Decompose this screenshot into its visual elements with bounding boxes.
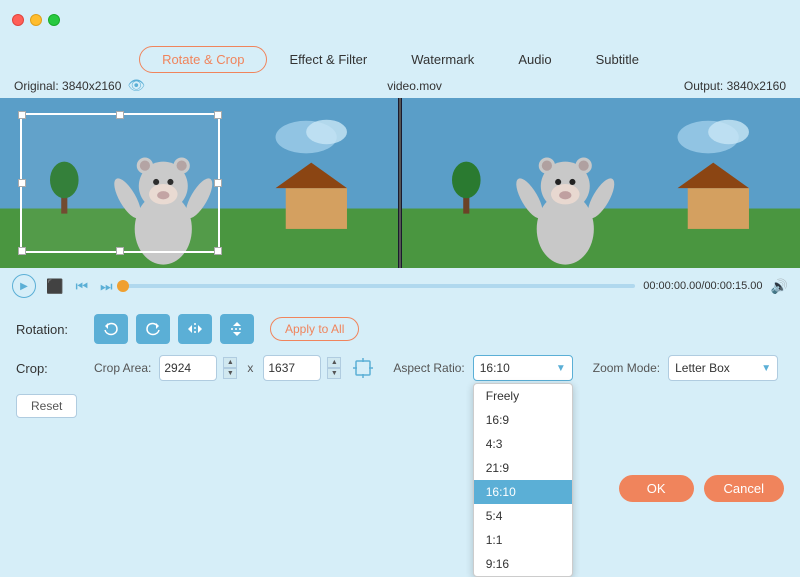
rotate-left-button[interactable] (94, 314, 128, 344)
ok-button[interactable]: OK (619, 475, 694, 502)
aspect-option-21-9[interactable]: 21:9 (474, 456, 572, 480)
zoom-mode-label: Zoom Mode: (593, 361, 660, 375)
playback-bar: ▶ ⬛ ⏮ ⏭ 00:00:00.00/00:00:15.00 🔊 (0, 268, 800, 304)
flip-vertical-button[interactable] (220, 314, 254, 344)
maximize-button[interactable] (48, 14, 60, 26)
crop-selection[interactable] (20, 113, 220, 253)
cancel-button[interactable]: Cancel (704, 475, 784, 502)
aspect-option-5-4[interactable]: 5:4 (474, 504, 572, 528)
reset-button[interactable]: Reset (16, 394, 77, 418)
tab-bar: Rotate & Crop Effect & Filter Watermark … (0, 40, 800, 73)
prev-frame-button[interactable]: ⏮ (73, 278, 90, 295)
file-bar: Original: 3840x2160 👁 video.mov Output: … (0, 73, 800, 98)
aspect-ratio-value: 16:10 (480, 361, 510, 375)
rotate-right-button[interactable] (136, 314, 170, 344)
next-frame-button[interactable]: ⏭ (98, 278, 115, 295)
play-icon: ▶ (20, 281, 28, 292)
aspect-ratio-label: Aspect Ratio: (393, 361, 464, 375)
aspect-option-1-1[interactable]: 1:1 (474, 528, 572, 552)
output-resolution: Output: 3840x2160 (684, 79, 786, 93)
aspect-option-freely[interactable]: Freely (474, 384, 572, 408)
width-up-button[interactable]: ▲ (223, 357, 237, 368)
right-scene (402, 98, 800, 268)
zoom-mode-value: Letter Box (675, 361, 730, 375)
rotation-label: Rotation: (16, 322, 86, 337)
aspect-option-16-9[interactable]: 16:9 (474, 408, 572, 432)
dimension-separator: x (247, 361, 253, 375)
progress-thumb[interactable] (117, 280, 129, 292)
aspect-option-16-10[interactable]: 16:10 (474, 480, 572, 504)
aspect-option-9-16[interactable]: 9:16 (474, 552, 572, 576)
time-display: 00:00:00.00/00:00:15.00 (643, 280, 762, 292)
height-up-button[interactable]: ▲ (327, 357, 341, 368)
original-resolution: Original: 3840x2160 (14, 79, 121, 93)
tab-subtitle[interactable]: Subtitle (574, 47, 661, 72)
preview-left (0, 98, 398, 268)
crop-handle-bl[interactable] (18, 247, 26, 255)
crop-height-input[interactable] (263, 355, 321, 381)
crop-area-label: Crop Area: (94, 361, 151, 375)
height-down-button[interactable]: ▼ (327, 368, 341, 379)
crop-handle-tl[interactable] (18, 111, 26, 119)
flip-horizontal-button[interactable] (178, 314, 212, 344)
tab-effect-filter[interactable]: Effect & Filter (267, 47, 389, 72)
crop-row: Crop: Crop Area: ▲ ▼ x ▲ ▼ Aspect Ratio: (16, 354, 784, 382)
bottom-bar: OK Cancel (0, 465, 800, 512)
crop-handle-br[interactable] (214, 247, 222, 255)
aspect-option-4-3[interactable]: 4:3 (474, 432, 572, 456)
crop-handle-tr[interactable] (214, 111, 222, 119)
rotation-row: Rotation: (16, 314, 784, 344)
aspect-ratio-dropdown[interactable]: 16:10 ▼ Freely 16:9 4:3 21:9 16:10 5:4 1… (473, 355, 573, 381)
close-button[interactable] (12, 14, 24, 26)
play-button[interactable]: ▶ (12, 274, 36, 298)
preview-right (402, 98, 800, 268)
aspect-ratio-menu[interactable]: Freely 16:9 4:3 21:9 16:10 5:4 1:1 9:16 (473, 383, 573, 577)
apply-to-all-button[interactable]: Apply to All (270, 317, 359, 341)
crop-width-input[interactable] (159, 355, 217, 381)
filename: video.mov (145, 79, 684, 93)
eye-icon[interactable]: 👁 (127, 77, 145, 94)
preview-area (0, 98, 800, 268)
crop-label: Crop: (16, 361, 86, 376)
crop-handle-mr[interactable] (214, 179, 222, 187)
minimize-button[interactable] (30, 14, 42, 26)
progress-track[interactable] (123, 284, 636, 288)
width-down-button[interactable]: ▼ (223, 368, 237, 379)
left-scene (0, 98, 398, 268)
controls-panel: Rotation: (0, 304, 800, 428)
width-spinner[interactable]: ▲ ▼ (223, 357, 237, 379)
tab-watermark[interactable]: Watermark (389, 47, 496, 72)
tab-audio[interactable]: Audio (496, 47, 573, 72)
tab-rotate-crop[interactable]: Rotate & Crop (139, 46, 267, 73)
volume-icon[interactable]: 🔊 (771, 278, 788, 295)
crop-handle-ml[interactable] (18, 179, 26, 187)
aspect-ratio-select[interactable]: 16:10 ▼ (473, 355, 573, 381)
title-bar (0, 0, 800, 40)
height-spinner[interactable]: ▲ ▼ (327, 357, 341, 379)
stop-button[interactable]: ⬛ (44, 278, 65, 295)
center-crop-icon[interactable] (349, 354, 377, 382)
crop-handle-tm[interactable] (116, 111, 124, 119)
traffic-lights (12, 14, 60, 26)
preview-divider (399, 98, 401, 268)
crop-handle-bm[interactable] (116, 247, 124, 255)
zoom-mode-select[interactable]: Letter Box ▼ (668, 355, 778, 381)
